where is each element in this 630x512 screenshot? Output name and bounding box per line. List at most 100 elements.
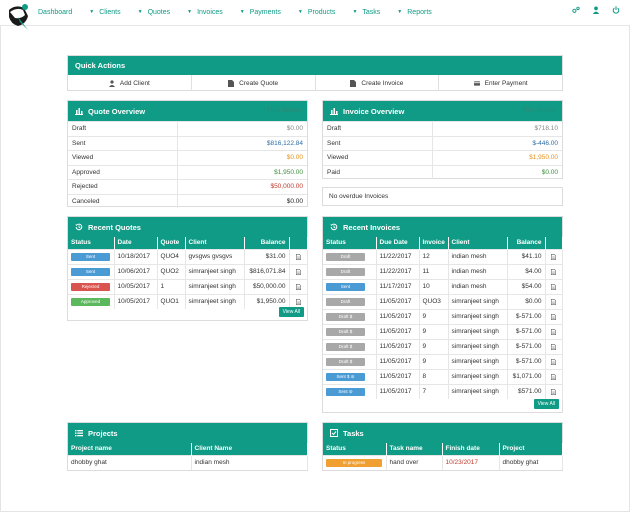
pdf-icon[interactable]	[549, 313, 559, 320]
pdf-icon[interactable]	[549, 358, 559, 365]
invoice-number-link[interactable]: 9	[419, 338, 449, 354]
client-link[interactable]: simranjeet singh	[448, 308, 508, 324]
nav-clients[interactable]: ▼ Clients	[89, 9, 120, 16]
status-badge[interactable]: Draft	[326, 267, 365, 276]
pdf-icon[interactable]	[549, 283, 559, 290]
pdf-icon[interactable]	[293, 268, 304, 275]
pdf-icon[interactable]	[549, 253, 559, 260]
status-badge[interactable]: Draft $	[326, 312, 365, 321]
client-link[interactable]: indian mesh	[448, 278, 508, 294]
nav-reports[interactable]: ▼ Reports	[397, 9, 431, 16]
user-icon[interactable]	[592, 6, 600, 14]
pdf-icon[interactable]	[549, 268, 559, 275]
invoice-number-link[interactable]: QUO3	[419, 293, 449, 309]
client-link[interactable]: simranjeet singh	[185, 278, 245, 294]
status-badge[interactable]: Sent	[326, 282, 365, 291]
overview-row[interactable]: Sent $-446.00	[323, 135, 562, 150]
status-badge[interactable]: Sent ⊘	[326, 387, 365, 396]
nav-products[interactable]: ▼ Products	[298, 9, 336, 16]
table-row[interactable]: Draft 11/05/2017 QUO3 simranjeet singh $0.00	[323, 293, 563, 309]
overview-row[interactable]: Draft $718.10	[323, 121, 562, 136]
status-badge[interactable]: Approved	[71, 297, 110, 306]
nav-tasks[interactable]: ▼ Tasks	[352, 9, 380, 16]
status-badge[interactable]: Draft $	[326, 327, 365, 336]
pdf-icon[interactable]	[549, 298, 559, 305]
client-link[interactable]: simranjeet singh	[448, 353, 508, 369]
client-link[interactable]: indian mesh	[448, 263, 508, 279]
invoice-number-link[interactable]: 11	[419, 263, 449, 279]
create-quote-button[interactable]: Create Quote	[192, 75, 316, 91]
nav-payments[interactable]: ▼ Payments	[240, 9, 281, 16]
table-row[interactable]: Draft 11/22/2017 12 indian mesh $41.10	[323, 248, 563, 264]
table-row[interactable]: Sent 10/06/2017 QUO2 simranjeet singh $816,0…	[68, 263, 308, 279]
status-badge[interactable]: Sent	[71, 252, 110, 261]
invoice-number-link[interactable]: 9	[419, 308, 449, 324]
add-client-button[interactable]: Add Client	[68, 75, 192, 91]
table-row[interactable]: Sent 10/18/2017 QUO4 gvsgws gvsgvs $31.00	[68, 248, 308, 264]
invoice-number-link[interactable]: 9	[419, 323, 449, 339]
quote-number-link[interactable]: QUO1	[157, 293, 186, 309]
pdf-icon[interactable]	[549, 343, 559, 350]
overview-row[interactable]: Rejected $50,000.00	[68, 179, 307, 194]
invoice-number-link[interactable]: 12	[419, 248, 449, 264]
table-row[interactable]: Draft $ 11/05/2017 9 simranjeet singh $-571.…	[323, 353, 563, 369]
power-icon[interactable]	[612, 6, 620, 14]
overview-row[interactable]: Canceled $0.00	[68, 193, 307, 208]
table-row[interactable]: Sent $ ⊘ 11/05/2017 8 simranjeet singh $1,07…	[323, 368, 563, 384]
quote-number-link[interactable]: QUO2	[157, 263, 186, 279]
client-link[interactable]: simranjeet singh	[448, 323, 508, 339]
settings-icon[interactable]	[572, 6, 580, 14]
status-badge[interactable]: Sent	[71, 267, 110, 276]
invoice-number-link[interactable]: 10	[419, 278, 449, 294]
client-link[interactable]: simranjeet singh	[448, 383, 508, 399]
status-badge[interactable]: Draft	[326, 297, 365, 306]
view-all-quotes-button[interactable]: View All	[278, 307, 304, 317]
table-row[interactable]: Sent ⊘ 11/05/2017 7 simranjeet singh $571.00	[323, 383, 563, 399]
nav-quotes[interactable]: ▼ Quotes	[138, 9, 171, 16]
client-link[interactable]: indian mesh	[448, 248, 508, 264]
task-name-link[interactable]: hand over	[386, 454, 443, 470]
overview-row[interactable]: Draft $0.00	[68, 121, 307, 136]
status-badge[interactable]: Sent $ ⊘	[326, 372, 365, 381]
overview-row[interactable]: Viewed $1,950.00	[323, 150, 562, 165]
period-selector[interactable]: This Month	[521, 107, 556, 114]
client-link[interactable]: simranjeet singh	[448, 338, 508, 354]
client-link[interactable]: simranjeet singh	[185, 263, 245, 279]
table-row[interactable]: Draft $ 11/05/2017 9 simranjeet singh $-571.…	[323, 338, 563, 354]
table-row[interactable]: Approved 10/05/2017 QUO1 simranjeet singh $1…	[68, 293, 308, 309]
status-badge[interactable]: Draft	[326, 252, 365, 261]
table-row[interactable]: dhobby ghat indian mesh	[68, 454, 308, 470]
overview-row[interactable]: Sent $816,122.84	[68, 135, 307, 150]
view-all-invoices-button[interactable]: View All	[533, 399, 559, 409]
nav-invoices[interactable]: ▼ Invoices	[187, 9, 223, 16]
create-invoice-button[interactable]: Create Invoice	[316, 75, 440, 91]
pdf-icon[interactable]	[549, 388, 559, 395]
client-link[interactable]: gvsgws gvsgvs	[185, 248, 245, 264]
pdf-icon[interactable]	[293, 253, 304, 260]
pdf-icon[interactable]	[293, 298, 304, 305]
table-row[interactable]: In progress hand over 10/23/2017 dhobby gha…	[323, 454, 563, 470]
quote-number-link[interactable]: QUO4	[157, 248, 186, 264]
table-row[interactable]: Sent 11/17/2017 10 indian mesh $54.00	[323, 278, 563, 294]
client-link[interactable]: simranjeet singh	[448, 293, 508, 309]
table-row[interactable]: Rejected 10/05/2017 1 simranjeet singh $50,0…	[68, 278, 308, 294]
period-selector[interactable]: This Month	[266, 107, 301, 114]
pdf-icon[interactable]	[549, 373, 559, 380]
enter-payment-button[interactable]: Enter Payment	[439, 75, 562, 91]
invoice-number-link[interactable]: 9	[419, 353, 449, 369]
project-name-link[interactable]: dhobby ghat	[68, 454, 192, 470]
overview-row[interactable]: Paid $0.00	[323, 164, 562, 179]
status-badge[interactable]: Draft $	[326, 357, 365, 366]
table-row[interactable]: Draft $ 11/05/2017 9 simranjeet singh $-571.…	[323, 308, 563, 324]
quote-number-link[interactable]: 1	[157, 278, 186, 294]
nav-dashboard[interactable]: Dashboard	[38, 9, 72, 16]
client-link[interactable]: simranjeet singh	[185, 293, 245, 309]
pdf-icon[interactable]	[293, 283, 304, 290]
status-badge[interactable]: Draft $	[326, 342, 365, 351]
overview-row[interactable]: Approved $1,950.00	[68, 164, 307, 179]
status-badge[interactable]: In progress	[326, 458, 382, 467]
pdf-icon[interactable]	[549, 328, 559, 335]
client-link[interactable]: simranjeet singh	[448, 368, 508, 384]
invoice-number-link[interactable]: 8	[419, 368, 449, 384]
overview-row[interactable]: Viewed $0.00	[68, 150, 307, 165]
